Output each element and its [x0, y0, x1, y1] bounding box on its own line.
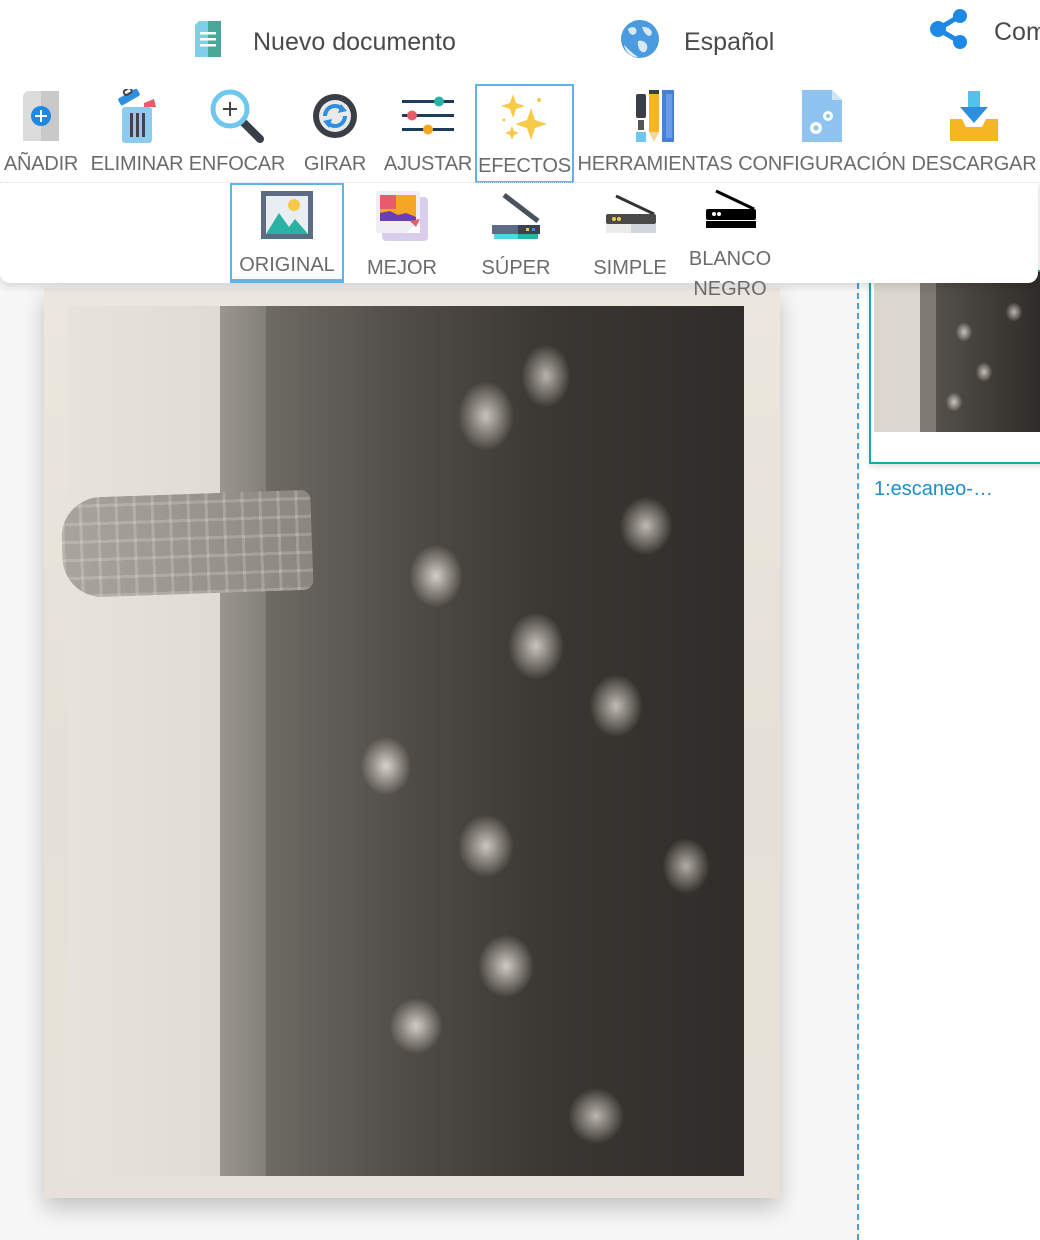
tool-rotate-label: GIRAR: [303, 153, 367, 175]
tool-tools[interactable]: HERRAMIENTAS: [576, 84, 734, 184]
page-thumbnail-label[interactable]: 1:escaneo-…: [874, 478, 993, 501]
tool-effects[interactable]: EFECTOS: [475, 84, 574, 184]
effect-black-white-line2: NEGRO: [693, 278, 767, 300]
tool-delete[interactable]: ELIMINAR: [89, 84, 185, 184]
tool-add[interactable]: AÑADIR: [0, 84, 82, 184]
tool-delete-label: ELIMINAR: [90, 153, 184, 175]
tool-zoom[interactable]: ENFOCAR: [187, 84, 287, 184]
page-thumbnail[interactable]: [869, 270, 1040, 464]
photo-crowd: [266, 306, 744, 1176]
share-button[interactable]: Com: [930, 4, 1040, 60]
new-document-label: Nuevo documento: [253, 27, 456, 56]
effect-black-white-line1: BLANCO: [688, 248, 772, 270]
black-scanner-icon: [704, 189, 756, 238]
trash-icon: [116, 86, 158, 148]
globe-icon: [620, 19, 660, 66]
add-file-icon: [21, 90, 61, 146]
effect-better-label: MEJOR: [367, 257, 437, 279]
tool-settings[interactable]: CONFIGURACIÓN: [736, 84, 908, 184]
share-icon: [930, 8, 970, 57]
top-header: Nuevo documento Español Com: [0, 0, 1040, 84]
tool-adjust-label: AJUSTAR: [383, 153, 473, 175]
effect-original-label: ORIGINAL: [239, 254, 335, 276]
effect-simple-label: SIMPLE: [593, 257, 667, 279]
sparkles-icon: [499, 92, 551, 149]
effect-original[interactable]: ORIGINAL: [230, 183, 344, 283]
download-icon: [948, 90, 1000, 146]
tool-add-label: AÑADIR: [3, 153, 79, 175]
share-label: Com: [994, 17, 1040, 46]
effect-black-white-label: BLANCO NEGRO: [689, 244, 771, 304]
tool-download[interactable]: DESCARGAR: [910, 84, 1038, 184]
photo-wall-area: [68, 306, 243, 1176]
page-thumbnail-image: [874, 272, 1040, 432]
document-icon: [195, 20, 223, 64]
language-selector[interactable]: Español: [620, 14, 774, 70]
tool-zoom-label: ENFOCAR: [188, 153, 286, 175]
gray-scanner-icon: [604, 194, 656, 243]
effect-simple[interactable]: SIMPLE: [586, 183, 674, 283]
color-scanner-icon: [490, 191, 542, 246]
sliders-icon: [402, 96, 454, 141]
effect-super[interactable]: SÚPER: [472, 183, 560, 283]
pencil-tools-icon: [636, 89, 674, 147]
effect-black-white[interactable]: BLANCO NEGRO: [684, 183, 776, 300]
effects-dropdown: ORIGINAL MEJOR SÚPER SIMPLE BLANCO NEGRO: [0, 183, 1038, 300]
effect-better[interactable]: MEJOR: [356, 183, 448, 283]
tool-effects-label: EFECTOS: [478, 155, 571, 177]
photo-plaid-garment: [60, 489, 314, 599]
tool-download-label: DESCARGAR: [911, 153, 1037, 175]
picture-icon: [261, 191, 313, 244]
document-page-image[interactable]: [44, 288, 780, 1198]
main-toolbar: AÑADIR ELIMINAR ENFOCAR GIRAR AJUSTAR EF…: [0, 84, 1040, 184]
tool-adjust[interactable]: AJUSTAR: [382, 84, 474, 184]
new-document-button[interactable]: Nuevo documento: [195, 14, 456, 70]
sidebar-divider[interactable]: [857, 283, 859, 1240]
tool-settings-label: CONFIGURACIÓN: [738, 153, 906, 175]
magnifier-icon: [210, 89, 264, 148]
tool-tools-label: HERRAMIENTAS: [577, 153, 733, 175]
settings-file-icon: [802, 89, 842, 147]
tool-rotate[interactable]: GIRAR: [296, 84, 374, 184]
rotate-icon: [311, 92, 359, 145]
effect-super-label: SÚPER: [481, 257, 551, 279]
enhanced-photo-icon: [376, 190, 428, 246]
language-label: Español: [684, 27, 775, 56]
